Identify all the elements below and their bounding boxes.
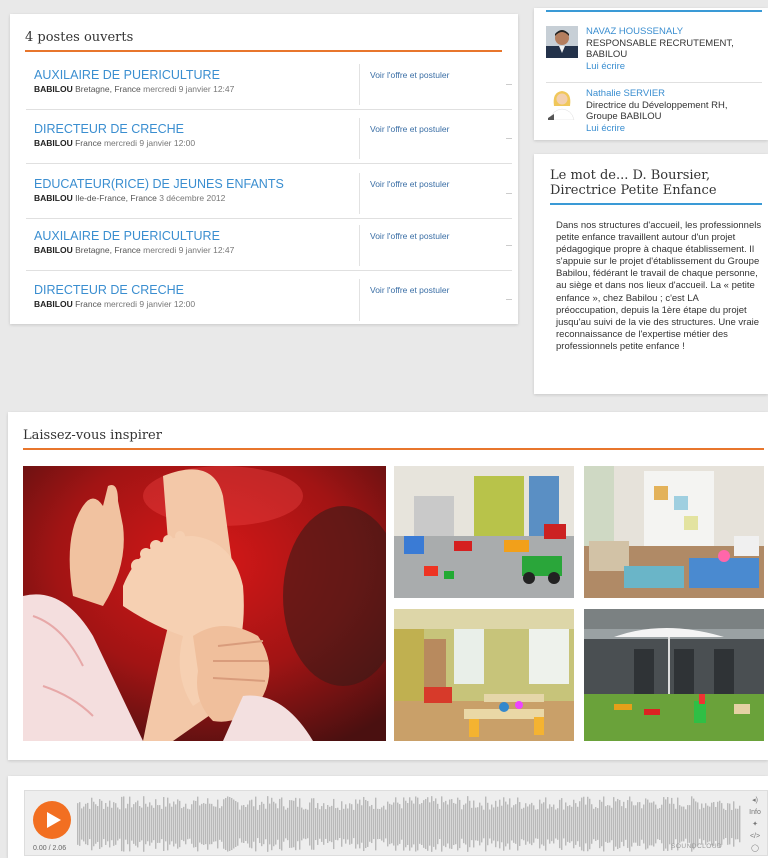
contact-name-link[interactable]: NAVAZ HOUSSENALY (586, 26, 746, 38)
contact-info: NAVAZ HOUSSENALY RESPONSABLE RECRUTEMENT… (586, 26, 746, 72)
open-positions-card: 4 postes ouverts AUXILAIRE DE PUERICULTU… (10, 14, 518, 324)
player-controls: ◂) Info ✦ </> ◯ (745, 795, 765, 855)
column-separator (359, 173, 360, 214)
volume-icon[interactable]: ◂) (745, 795, 765, 807)
job-company: BABILOU (34, 245, 73, 255)
quote-title-rule (550, 203, 762, 205)
column-separator (359, 225, 360, 266)
card-top-rule (546, 10, 762, 12)
open-positions-heading: 4 postes ouverts (25, 30, 134, 45)
row-marker (506, 138, 512, 139)
soundcloud-player-section: 0.00 / 2.06 ◂) Info ✦ </> ◯ SOUNDCLOUD (8, 776, 768, 858)
contact-write-link[interactable]: Lui écrire (586, 123, 746, 135)
job-date: mercredi 9 janvier 12:00 (103, 299, 196, 309)
classroom-photo[interactable] (394, 609, 574, 741)
contact-role: Directrice du Développement RH, Groupe B… (586, 99, 728, 123)
heading-divider (25, 50, 502, 52)
contact-name-link[interactable]: Nathalie SERVIER (586, 88, 746, 100)
apply-link[interactable]: Voir l'offre et postuler (370, 285, 449, 295)
row-marker (506, 299, 512, 300)
job-company: BABILOU (34, 299, 73, 309)
contact-entry: NAVAZ HOUSSENALY RESPONSABLE RECRUTEMENT… (546, 26, 760, 76)
audio-player: 0.00 / 2.06 ◂) Info ✦ </> ◯ SOUNDCLOUD (24, 790, 768, 856)
contact-info: Nathalie SERVIER Directrice du Développe… (586, 88, 746, 134)
inspiration-gallery: Laissez-vous inspirer (8, 412, 768, 760)
job-row: EDUCATEUR(RICE) DE JEUNES ENFANTS BABILO… (26, 169, 512, 219)
director-quote-card: Le mot de... D. Boursier, Directrice Pet… (534, 154, 768, 394)
job-title-link[interactable]: AUXILAIRE DE PUERICULTURE (34, 229, 220, 243)
nursery-room-photo[interactable] (584, 466, 764, 598)
apply-link[interactable]: Voir l'offre et postuler (370, 70, 449, 80)
job-meta: BABILOU France mercredi 9 janvier 12:00 (34, 299, 195, 309)
apply-link[interactable]: Voir l'offre et postuler (370, 231, 449, 241)
job-title-link[interactable]: EDUCATEUR(RICE) DE JEUNES ENFANTS (34, 177, 284, 191)
job-location: Ile-de-France, France (75, 193, 157, 203)
row-marker (506, 84, 512, 85)
row-marker (506, 245, 512, 246)
quote-title: Le mot de... D. Boursier, Directrice Pet… (550, 168, 717, 198)
column-separator (359, 279, 360, 321)
job-location: France (75, 138, 102, 148)
baby-feet-photo[interactable] (23, 466, 386, 741)
job-date: mercredi 9 janvier 12:00 (103, 138, 196, 148)
job-title-link[interactable]: DIRECTEUR DE CRECHE (34, 283, 184, 297)
inspiration-rule (23, 448, 764, 450)
job-date: mercredi 9 janvier 12:47 (143, 84, 235, 94)
avatar (546, 88, 578, 120)
recruiter-contacts-card: NAVAZ HOUSSENALY RESPONSABLE RECRUTEMENT… (534, 8, 768, 140)
apply-link[interactable]: Voir l'offre et postuler (370, 179, 449, 189)
column-separator (359, 64, 360, 105)
playback-time: 0.00 / 2.06 (33, 845, 67, 852)
play-icon (47, 812, 61, 828)
garden-playground-photo[interactable] (584, 609, 764, 741)
waveform[interactable] (77, 795, 741, 853)
job-location: Bretagne, France (75, 84, 141, 94)
comment-icon[interactable]: ◯ (745, 843, 765, 855)
apply-link[interactable]: Voir l'offre et postuler (370, 124, 449, 134)
job-location: France (75, 299, 102, 309)
play-button[interactable] (33, 801, 71, 839)
job-meta: BABILOU Bretagne, France mercredi 9 janv… (34, 245, 234, 255)
job-meta: BABILOU Bretagne, France mercredi 9 janv… (34, 84, 234, 94)
contact-entry: Nathalie SERVIER Directrice du Développe… (546, 88, 760, 136)
job-row: AUXILAIRE DE PUERICULTURE BABILOU Bretag… (26, 221, 512, 271)
job-meta: BABILOU France mercredi 9 janvier 12:00 (34, 138, 195, 148)
job-row: AUXILAIRE DE PUERICULTURE BABILOU Bretag… (26, 60, 512, 110)
avatar (546, 26, 578, 58)
column-separator (359, 118, 360, 159)
playroom-photo[interactable] (394, 466, 574, 598)
contact-divider (546, 82, 762, 83)
soundcloud-logo: SOUNDCLOUD (671, 843, 723, 850)
contact-role: RESPONSABLE RECRUTEMENT, BABILOU (586, 37, 734, 61)
info-link[interactable]: Info (745, 807, 765, 819)
job-date: 3 décembre 2012 (159, 193, 226, 203)
share-icon[interactable]: ✦ (745, 819, 765, 831)
job-location: Bretagne, France (75, 245, 141, 255)
quote-text: Dans nos structures d'accueil, les profe… (556, 220, 762, 352)
job-row: DIRECTEUR DE CRECHE BABILOU France mercr… (26, 275, 512, 325)
job-company: BABILOU (34, 193, 73, 203)
job-row: DIRECTEUR DE CRECHE BABILOU France mercr… (26, 114, 512, 164)
job-company: BABILOU (34, 138, 73, 148)
contact-write-link[interactable]: Lui écrire (586, 61, 746, 73)
job-title-link[interactable]: AUXILAIRE DE PUERICULTURE (34, 68, 220, 82)
job-title-link[interactable]: DIRECTEUR DE CRECHE (34, 122, 184, 136)
job-company: BABILOU (34, 84, 73, 94)
row-marker (506, 193, 512, 194)
embed-icon[interactable]: </> (745, 831, 765, 843)
inspiration-heading: Laissez-vous inspirer (23, 428, 162, 443)
job-date: mercredi 9 janvier 12:47 (143, 245, 235, 255)
job-meta: BABILOU Ile-de-France, France 3 décembre… (34, 193, 225, 203)
